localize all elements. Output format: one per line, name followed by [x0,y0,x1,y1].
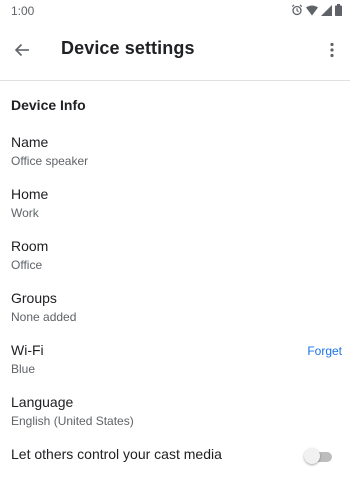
setting-value: None added [11,310,77,324]
setting-value: Office speaker [11,154,89,168]
setting-home[interactable]: Home Work [0,186,350,230]
setting-title: Wi-Fi [11,342,44,358]
setting-cast-control[interactable]: Let others control your cast media [0,446,350,490]
setting-value: English (United States) [11,414,134,428]
setting-title: Groups [11,290,57,306]
setting-language[interactable]: Language English (United States) [0,394,350,438]
wifi-icon [306,3,318,21]
setting-wifi[interactable]: Wi-Fi Blue Forget [0,342,350,386]
page-title: Device settings [61,38,195,58]
forget-wifi-button[interactable]: Forget [307,344,342,358]
status-bar: 1:00 [0,0,350,24]
status-time: 1:00 [11,4,35,18]
back-button[interactable] [6,36,38,68]
more-options-button[interactable] [318,36,346,68]
setting-name[interactable]: Name Office speaker [0,134,350,178]
cast-control-toggle[interactable] [304,446,332,466]
alarm-icon [291,3,303,21]
status-icons [291,3,342,21]
signal-icon [321,3,332,21]
setting-value: Office [11,258,43,272]
setting-title: Home [11,186,49,202]
arrow-back-icon [14,42,30,63]
setting-value: Work [11,206,39,220]
setting-value: Blue [11,362,36,376]
setting-title: Room [11,238,49,254]
setting-title: Language [11,394,74,410]
app-bar: Device settings [0,24,350,81]
section-header-device-info: Device Info [11,97,86,113]
setting-title: Name [11,134,49,150]
more-vert-icon [330,42,334,63]
battery-icon [335,3,342,21]
toggle-thumb [304,448,320,464]
setting-groups[interactable]: Groups None added [0,290,350,334]
setting-room[interactable]: Room Office [0,238,350,282]
